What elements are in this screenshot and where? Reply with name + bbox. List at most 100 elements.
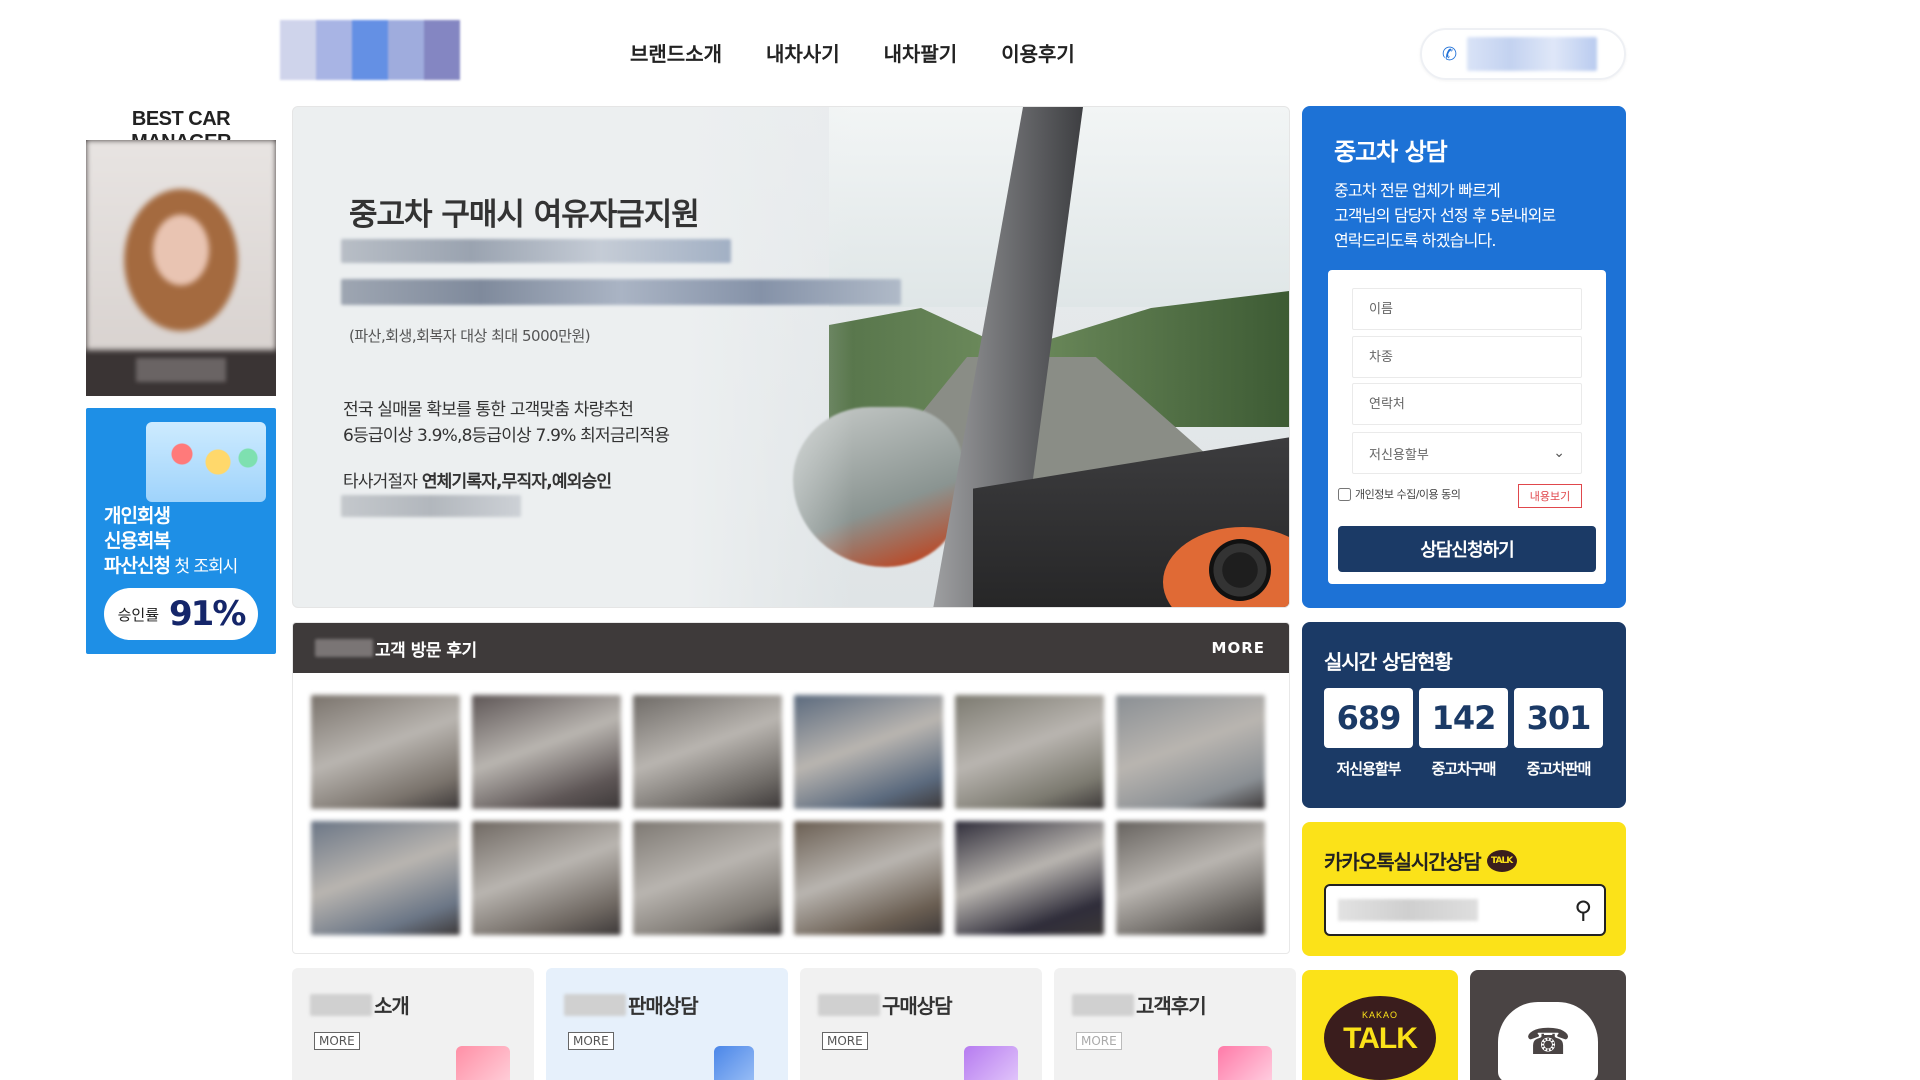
review-thumbnail[interactable] [1116, 821, 1265, 935]
card-more-button[interactable]: MORE [1076, 1032, 1122, 1050]
consult-title: 중고차 상담 [1334, 138, 1448, 166]
card-more-button[interactable]: MORE [568, 1032, 614, 1050]
stat-label: 중고차구매 [1431, 760, 1496, 778]
nav-reviews[interactable]: 이용후기 [1001, 38, 1075, 67]
kakao-talk-logo: KAKAO TALK [1324, 996, 1436, 1080]
kakao-consult: 카카오톡실시간상담 TALK ⚲ [1302, 822, 1626, 956]
privacy-agree-checkbox[interactable] [1338, 487, 1351, 501]
review-thumbnail[interactable] [955, 821, 1104, 935]
kakao-id-redacted [1338, 899, 1478, 921]
telephone-icon: ☎ [1498, 1002, 1598, 1080]
reviews-brand-redacted [315, 639, 373, 657]
search-icon[interactable]: ⚲ [1574, 896, 1592, 924]
card-title: 판매상담 [564, 990, 699, 1019]
card-brand-redacted [818, 993, 880, 1016]
consult-desc-1: 중고차 전문 업체가 빠르게 [1334, 181, 1501, 200]
stat-purchase: 142 중고차구매 [1419, 688, 1508, 779]
consult-type-value: 저신용할부 [1369, 447, 1429, 463]
stat-label: 중고차판매 [1526, 760, 1591, 778]
review-thumbnail[interactable] [311, 821, 460, 935]
card-title-text: 소개 [374, 994, 410, 1018]
review-thumbnail[interactable] [472, 695, 621, 809]
realtime-stats: 689 저신용할부 142 중고차구매 301 중고차판매 [1324, 688, 1603, 779]
approval-rate-label: 승인률 [117, 605, 159, 624]
bottom-cards: 소개 MORE 판매상담 MORE 구매상담 MORE 고객후기 MORE [292, 968, 1296, 1080]
stat-low-credit: 689 저신용할부 [1324, 688, 1413, 779]
reviews-header: 고객 방문 후기 MORE [293, 623, 1289, 673]
name-input[interactable] [1352, 288, 1582, 330]
card-title: 소개 [310, 990, 410, 1019]
card-more-button[interactable]: MORE [314, 1032, 360, 1050]
stat-value: 142 [1419, 688, 1508, 748]
chevron-down-icon: ⌄ [1553, 445, 1565, 461]
calculator-icon [714, 1046, 754, 1080]
kakao-talk-button[interactable]: KAKAO TALK [1302, 970, 1458, 1080]
review-thumbnail[interactable] [1116, 695, 1265, 809]
reviews-title-text: 고객 방문 후기 [375, 640, 477, 661]
card-sell-consult[interactable]: 판매상담 MORE [546, 968, 788, 1080]
banner-line-2: 신용회복 [104, 530, 171, 552]
reviews-more-link[interactable]: MORE [1212, 639, 1265, 657]
intro-icon [456, 1046, 510, 1080]
banner-illustration [146, 422, 266, 502]
hero-feature-1: 전국 실매물 확보를 통한 고객맞춤 차량추천 [343, 400, 634, 420]
review-thumbnail[interactable] [633, 695, 782, 809]
card-customer-reviews[interactable]: 고객후기 MORE [1054, 968, 1296, 1080]
hero-headline: 중고차 구매시 여유자금지원 [349, 197, 700, 233]
approval-rate-value: 91% [169, 594, 246, 634]
stat-value: 689 [1324, 688, 1413, 748]
review-thumbnail[interactable] [794, 695, 943, 809]
view-terms-button[interactable]: 내용보기 [1518, 484, 1582, 508]
site-logo[interactable] [280, 20, 460, 80]
consult-desc-3: 연락드리도록 하겠습니다. [1334, 231, 1497, 250]
card-title-text: 판매상담 [628, 994, 699, 1018]
banner-line-3-suffix: 첫 조회시 [169, 557, 238, 577]
kakao-title-text: 카카오톡실시간상담 [1324, 850, 1482, 874]
manager-photo [86, 140, 276, 396]
kakao-talk-icon: TALK [1486, 849, 1517, 872]
kakao-search-box[interactable]: ⚲ [1324, 884, 1606, 936]
car-model-input[interactable] [1352, 336, 1582, 378]
consult-description: 중고차 전문 업체가 빠르게 고객님의 담당자 선정 후 5분내외로 연락드리도… [1334, 178, 1556, 253]
nav-sell-car[interactable]: 내차팔기 [884, 38, 958, 67]
realtime-title: 실시간 상담현황 [1324, 650, 1453, 674]
review-thumbnail[interactable] [472, 821, 621, 935]
reviews-grid [311, 695, 1265, 935]
kakao-talk-big: TALK [1343, 1022, 1418, 1055]
card-buy-consult[interactable]: 구매상담 MORE [800, 968, 1042, 1080]
review-icon [1218, 1046, 1272, 1080]
phone-contact[interactable]: ✆ [1420, 28, 1626, 80]
review-thumbnail[interactable] [955, 695, 1104, 809]
hero-banner[interactable]: 중고차 구매시 여유자금지원 (파산,회생,회복자 대상 최대 5000만원) … [292, 106, 1290, 608]
card-title: 고객후기 [1072, 990, 1207, 1019]
consult-type-select[interactable]: 저신용할부 ⌄ [1352, 432, 1582, 474]
privacy-agree[interactable]: 개인정보 수집/이용 동의 [1338, 486, 1461, 502]
review-thumbnail[interactable] [794, 821, 943, 935]
hero-features: 전국 실매물 확보를 통한 고객맞춤 차량추천 6등급이상 3.9%,8등급이상… [343, 397, 670, 449]
hero-note: (파산,회생,회복자 대상 최대 5000만원) [349, 327, 591, 345]
stat-sale: 301 중고차판매 [1514, 688, 1603, 779]
kakao-title: 카카오톡실시간상담 TALK [1324, 846, 1517, 875]
hero-redacted-line-2 [341, 279, 901, 305]
telephone-button[interactable]: ☎ [1470, 970, 1626, 1080]
submit-consult-button[interactable]: 상담신청하기 [1338, 526, 1596, 572]
review-thumbnail[interactable] [311, 695, 460, 809]
manager-name-redacted [136, 358, 226, 382]
hero-redacted-line-3 [341, 495, 521, 517]
card-intro[interactable]: 소개 MORE [292, 968, 534, 1080]
consult-desc-2: 고객님의 담당자 선정 후 5분내외로 [1334, 206, 1556, 225]
card-more-button[interactable]: MORE [822, 1032, 868, 1050]
phone-number-redacted [1467, 37, 1598, 71]
nav-brand-intro[interactable]: 브랜드소개 [630, 38, 722, 67]
nav-buy-car[interactable]: 내차사기 [766, 38, 840, 67]
card-title-text: 구매상담 [882, 994, 953, 1018]
contact-input[interactable] [1352, 383, 1582, 425]
hero-fade-overlay [293, 107, 853, 607]
phone-icon: ✆ [1442, 43, 1458, 65]
review-thumbnail[interactable] [633, 821, 782, 935]
rehabilitation-banner[interactable]: 개인회생 신용회복 파산신청 첫 조회시 승인률 91% [86, 408, 276, 654]
stat-value: 301 [1514, 688, 1603, 748]
banner-line-1: 개인회생 [104, 505, 171, 527]
banner-line-3: 파산신청 [104, 555, 171, 577]
reviews-title: 고객 방문 후기 [315, 636, 477, 661]
